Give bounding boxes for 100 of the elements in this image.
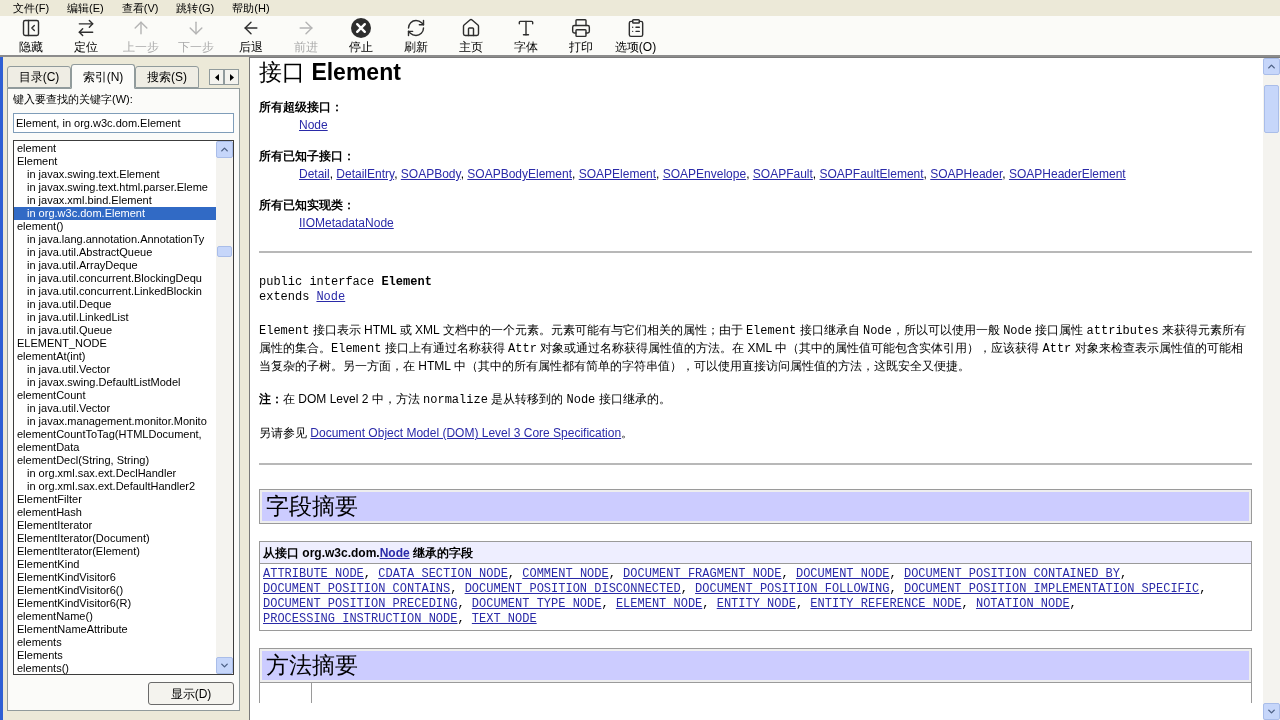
sidebar-tab[interactable]: 搜索(S) [135, 66, 199, 88]
field-link[interactable]: DOCUMENT_POSITION_DISCONNECTED [464, 582, 681, 596]
index-subitem[interactable]: in org.xml.sax.ext.DefaultHandler2 [14, 480, 216, 493]
index-item[interactable]: elements [14, 636, 216, 649]
field-link[interactable]: ELEMENT_NODE [615, 597, 703, 611]
index-item[interactable]: ElementKindVisitor6 [14, 571, 216, 584]
index-item[interactable]: elementCountToTag(HTMLDocument, [14, 428, 216, 441]
toolbar-button[interactable]: 字体 [498, 16, 553, 54]
index-item[interactable]: ElementKind [14, 558, 216, 571]
index-item[interactable]: elements() [14, 662, 216, 674]
index-item[interactable]: elementData [14, 441, 216, 454]
index-subitem[interactable]: in javax.swing.text.html.parser.Eleme [14, 181, 216, 194]
display-button[interactable]: 显示(D) [148, 682, 234, 705]
index-item[interactable]: elementCount [14, 389, 216, 402]
scrollbar-thumb [217, 246, 232, 257]
index-item[interactable]: ElementFilter [14, 493, 216, 506]
index-subitem[interactable]: in javax.swing.text.Element [14, 168, 216, 181]
field-link[interactable]: PROCESSING_INSTRUCTION_NODE [263, 612, 458, 626]
index-item[interactable]: ElementKindVisitor6() [14, 584, 216, 597]
tab-scroll-left-button[interactable] [209, 69, 224, 85]
index-item[interactable]: element [14, 142, 216, 155]
see-also-paragraph: 另请参见 Document Object Model (DOM) Level 3 Core Specification。 [259, 425, 634, 442]
menu-item[interactable]: 帮助(H) [223, 1, 279, 15]
field-link[interactable]: DOCUMENT_POSITION_CONTAINED_BY [903, 567, 1120, 581]
toolbar-button[interactable]: 选项(O) [608, 16, 663, 54]
field-link[interactable]: ENTITY_REFERENCE_NODE [810, 597, 962, 611]
tab-scroll-right-button[interactable] [224, 69, 239, 85]
keyword-field[interactable]: Element, in org.w3c.dom.Element [13, 113, 234, 133]
menu-item[interactable]: 跳转(G) [167, 1, 224, 15]
field-link[interactable]: DOCUMENT_POSITION_IMPLEMENTATION_SPECIFIC [903, 582, 1200, 596]
index-item[interactable]: ElementIterator(Document) [14, 532, 216, 545]
index-subitem[interactable]: in java.util.ArrayDeque [14, 259, 216, 272]
index-subitem[interactable]: in org.xml.sax.ext.DeclHandler [14, 467, 216, 480]
menu-item[interactable]: 编辑(E) [58, 1, 113, 15]
toolbar-button[interactable]: 定位 [58, 16, 113, 54]
index-item[interactable]: ElementIterator [14, 519, 216, 532]
toolbar-button[interactable]: 隐藏 [3, 16, 58, 54]
toolbar-button[interactable]: 打印 [553, 16, 608, 54]
index-item[interactable]: elementName() [14, 610, 216, 623]
sidebar-tab[interactable]: 索引(N) [71, 64, 135, 89]
index-subitem[interactable]: in javax.swing.DefaultListModel [14, 376, 216, 389]
section-label: 所有超级接口： [259, 100, 343, 115]
field-link[interactable]: DOCUMENT_FRAGMENT_NODE [623, 567, 782, 581]
index-subitem[interactable]: in java.util.AbstractQueue [14, 246, 216, 259]
type-link[interactable]: SOAPFault [752, 167, 813, 181]
type-link[interactable]: SOAPHeader [930, 167, 1003, 181]
index-subitem[interactable]: in javax.management.monitor.Monito [14, 415, 216, 428]
toolbar-button[interactable]: 刷新 [388, 16, 443, 54]
index-item[interactable]: Element [14, 155, 216, 168]
field-link[interactable]: DOCUMENT_TYPE_NODE [471, 597, 602, 611]
field-link[interactable]: DOCUMENT_NODE [795, 567, 890, 581]
field-link[interactable]: DOCUMENT_POSITION_PRECEDING [263, 597, 458, 611]
index-item[interactable]: elementDecl(String, String) [14, 454, 216, 467]
index-item[interactable]: Elements [14, 649, 216, 662]
field-link[interactable]: DOCUMENT_POSITION_CONTAINS [263, 582, 451, 596]
scroll-up-button[interactable] [216, 141, 233, 158]
field-link[interactable]: COMMENT_NODE [522, 567, 609, 581]
menu-item[interactable]: 查看(V) [112, 1, 168, 15]
sidebar-tab[interactable]: 目录(C) [7, 66, 71, 88]
index-subitem[interactable]: in java.util.concurrent.LinkedBlockin [14, 285, 216, 298]
type-link[interactable]: Node [299, 118, 328, 132]
scroll-down-button[interactable] [1263, 703, 1280, 720]
scroll-down-button[interactable] [216, 657, 233, 674]
index-item[interactable]: elementAt(int) [14, 350, 216, 363]
index-subitem[interactable]: in java.util.LinkedList [14, 311, 216, 324]
index-subitem[interactable]: in org.w3c.dom.Element [14, 207, 216, 220]
type-link[interactable]: IIOMetadataNode [299, 216, 394, 230]
index-item[interactable]: elementHash [14, 506, 216, 519]
specification-link[interactable]: Document Object Model (DOM) Level 3 Core Specification [310, 426, 622, 440]
note-paragraph: 注：在 DOM Level 2 中，方法 normalize 是从转移到的 Node 接口继承的。 [259, 391, 671, 409]
superinterface-link[interactable]: Node [316, 290, 346, 305]
index-item[interactable]: ElementKindVisitor6(R) [14, 597, 216, 610]
index-subitem[interactable]: in java.util.Vector [14, 402, 216, 415]
scroll-up-button[interactable] [1263, 58, 1280, 75]
index-item[interactable]: ELEMENT_NODE [14, 337, 216, 350]
index-subitem[interactable]: in java.lang.annotation.AnnotationTy [14, 233, 216, 246]
field-link[interactable]: TEXT_NODE [471, 612, 537, 626]
type-link[interactable]: Detail [299, 167, 330, 181]
index-item[interactable]: ElementIterator(Element) [14, 545, 216, 558]
index-subitem[interactable]: in java.util.Vector [14, 363, 216, 376]
toolbar-button[interactable]: 主页 [443, 16, 498, 54]
index-item[interactable]: ElementNameAttribute [14, 623, 216, 636]
field-link[interactable]: CDATA_SECTION_NODE [378, 567, 508, 581]
type-link[interactable]: SOAPHeaderElement [1008, 167, 1126, 181]
field-link[interactable]: NOTATION_NODE [975, 597, 1070, 611]
index-subitem[interactable]: in java.util.concurrent.BlockingDequ [14, 272, 216, 285]
index-item[interactable]: element() [14, 220, 216, 233]
index-subitem[interactable]: in java.util.Deque [14, 298, 216, 311]
type-link[interactable]: SOAPBody [400, 167, 461, 181]
field-link[interactable]: ATTRIBUTE_NODE [263, 567, 364, 581]
field-link[interactable]: ENTITY_NODE [716, 597, 796, 611]
node-link[interactable]: Node [379, 546, 410, 560]
index-subitem[interactable]: in java.util.Queue [14, 324, 216, 337]
index-subitem[interactable]: in javax.xml.bind.Element [14, 194, 216, 207]
type-link[interactable]: SOAPFaultElement [819, 167, 924, 181]
toolbar-button[interactable]: 停止 [333, 16, 388, 54]
toolbar-button[interactable]: 后退 [223, 16, 278, 54]
menu-item[interactable]: 文件(F) [4, 1, 59, 15]
section-label: 所有已知子接口： [259, 149, 355, 164]
field-link[interactable]: DOCUMENT_POSITION_FOLLOWING [695, 582, 890, 596]
